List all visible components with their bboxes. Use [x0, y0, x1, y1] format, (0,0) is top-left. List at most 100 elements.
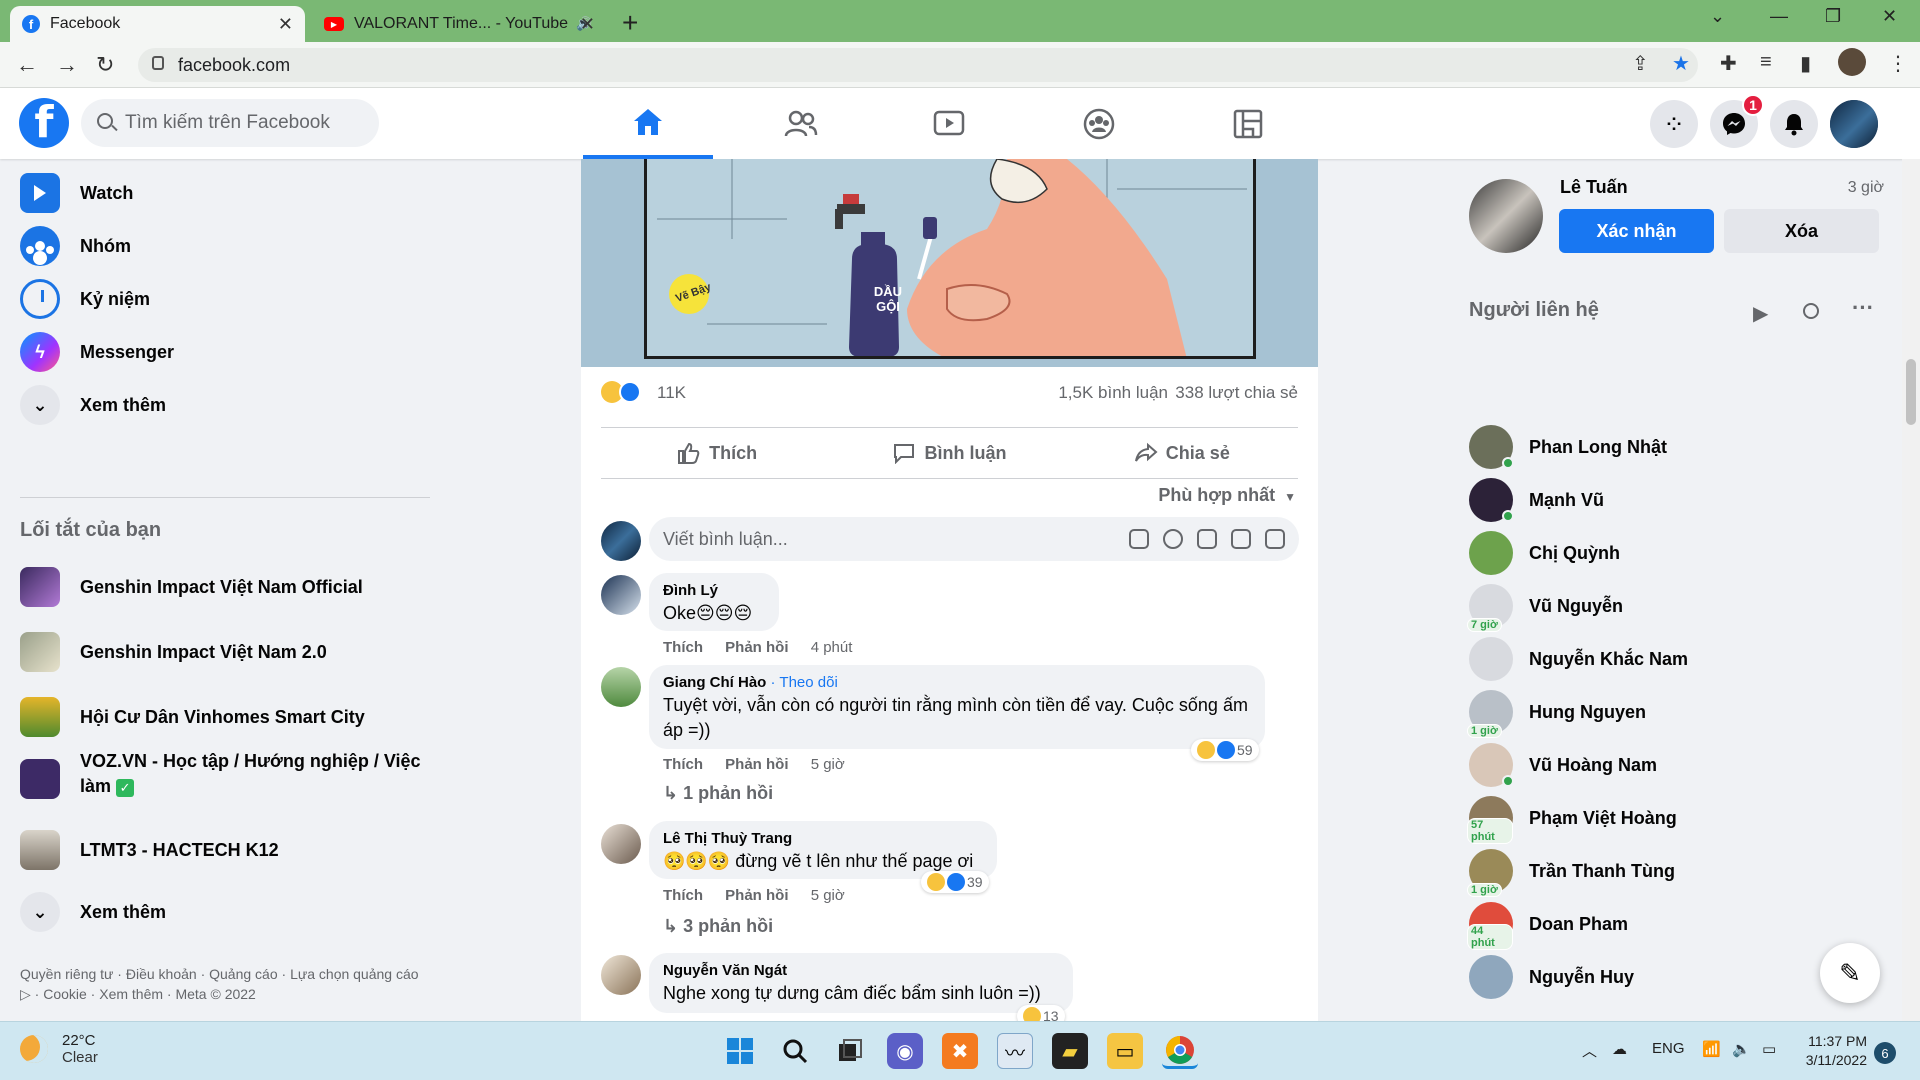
friend-request-avatar[interactable]	[1469, 179, 1543, 253]
sidebar-see-more[interactable]: ⌄ Xem thêm	[20, 379, 166, 431]
close-tab-icon[interactable]: ✕	[580, 14, 595, 35]
comment-reply-link[interactable]: Phản hồi	[725, 756, 788, 773]
shortcut-ltmt3[interactable]: LTMT3 - HACTECH K12	[20, 824, 279, 876]
start-button[interactable]	[722, 1033, 758, 1069]
minimize-icon[interactable]: —	[1770, 6, 1788, 27]
chrome-icon[interactable]	[1162, 1033, 1198, 1069]
shortcut-vinhomes[interactable]: Hội Cư Dân Vinhomes Smart City	[20, 691, 365, 743]
messenger-button[interactable]: 1	[1710, 94, 1764, 148]
sidebar-item-messenger[interactable]: ϟ Messenger	[20, 326, 174, 378]
tab-facebook[interactable]: f Facebook ✕	[10, 6, 305, 42]
friend-request-name[interactable]: Lê Tuấn	[1560, 177, 1628, 198]
shortcut-genshin-official[interactable]: Genshin Impact Việt Nam Official	[20, 561, 363, 613]
forward-icon[interactable]: →	[56, 52, 78, 78]
commenter-avatar[interactable]	[601, 824, 641, 864]
system-clock[interactable]: 11:37 PM 3/11/2022	[1805, 1032, 1867, 1070]
contact-item[interactable]: Nguyễn Huy	[1469, 951, 1634, 1003]
view-replies-link[interactable]: ↳ 1 phản hồi	[663, 783, 773, 804]
sticky-notes-icon[interactable]: ▰	[1052, 1033, 1088, 1069]
comment-sort-dropdown[interactable]: Phù hợp nhất ▼	[1158, 485, 1296, 506]
commenter-name[interactable]: Nguyễn Văn Ngát	[663, 962, 1059, 979]
contact-item[interactable]: 57 phút Phạm Việt Hoàng	[1467, 792, 1677, 844]
side-panel-icon[interactable]: ▮	[1800, 51, 1811, 76]
chrome-menu-icon[interactable]: ⋮	[1888, 51, 1908, 76]
contact-item[interactable]: 1 giờ Hung Nguyen	[1467, 686, 1646, 738]
sidebar-item-watch[interactable]: Watch	[20, 167, 133, 219]
sidebar-item-groups[interactable]: Nhóm	[20, 220, 131, 272]
contact-item[interactable]: 1 giờ Trần Thanh Tùng	[1467, 845, 1675, 897]
comment-reply-link[interactable]: Phản hồi	[725, 887, 788, 904]
comment-reactions[interactable]: 39	[921, 871, 989, 893]
menu-grid-button[interactable]: ⁘	[1650, 100, 1698, 148]
commenter-name[interactable]: Lê Thị Thuỳ Trang	[663, 830, 983, 847]
share-icon[interactable]: ⇪	[1632, 51, 1649, 76]
shares-count[interactable]: 338 lượt chia sẻ	[1175, 383, 1298, 403]
nav-watch[interactable]	[884, 88, 1014, 159]
commenter-avatar[interactable]	[601, 955, 641, 995]
nav-gaming[interactable]	[1183, 88, 1313, 159]
confirm-button[interactable]: Xác nhận	[1559, 209, 1714, 253]
language-indicator[interactable]: ENG	[1652, 1040, 1685, 1057]
contact-item[interactable]: 44 phút Doan Pham	[1467, 898, 1628, 950]
show-hidden-icons[interactable]: ︿	[1582, 1040, 1597, 1061]
commenter-avatar[interactable]	[601, 667, 641, 707]
reaction-count[interactable]: 11K	[657, 383, 686, 403]
comment-like-link[interactable]: Thích	[663, 756, 703, 773]
nav-groups[interactable]	[1034, 88, 1164, 159]
volume-icon[interactable]: 🔈	[1732, 1040, 1751, 1058]
page-scrollbar[interactable]	[1902, 159, 1920, 1021]
notifications-button[interactable]	[1770, 100, 1818, 148]
close-tab-icon[interactable]: ✕	[278, 14, 293, 35]
bookmark-star-icon[interactable]: ★	[1672, 51, 1690, 76]
footer-links[interactable]: Quyền riêng tư · Điều khoản · Quảng cáo …	[20, 964, 420, 1004]
file-explorer-icon[interactable]: ▭	[1107, 1033, 1143, 1069]
search-icon[interactable]	[1803, 303, 1819, 319]
nav-home[interactable]	[583, 88, 713, 159]
task-view-button[interactable]	[832, 1033, 868, 1069]
address-bar[interactable]: facebook.com	[138, 48, 1698, 82]
comment-reactions[interactable]: 13	[1017, 1005, 1065, 1021]
comment-reactions[interactable]: 59	[1191, 739, 1259, 761]
like-reaction-icon[interactable]	[619, 381, 641, 408]
avatar-sticker-icon[interactable]	[1129, 529, 1149, 549]
sticker-icon[interactable]	[1265, 529, 1285, 549]
comment-time[interactable]: 5 giờ	[811, 756, 845, 773]
extensions-icon[interactable]: ✚	[1720, 51, 1737, 76]
more-options-icon[interactable]: ···	[1852, 295, 1874, 321]
commenter-name[interactable]: Giang Chí Hào	[663, 674, 766, 691]
shortcut-voz[interactable]: VOZ.VN - Học tập / Hướng nghiệp / Việc l…	[20, 749, 430, 811]
resource-monitor-icon[interactable]: 〰	[997, 1033, 1033, 1069]
commenter-name[interactable]: Đình Lý	[663, 582, 765, 599]
facebook-logo[interactable]: f	[19, 98, 69, 148]
comment-button[interactable]: Bình luận	[833, 428, 1065, 478]
comment-input[interactable]: Viết bình luận...	[649, 517, 1299, 561]
profile-avatar[interactable]	[1838, 48, 1866, 76]
media-control-icon[interactable]: ≡	[1760, 51, 1772, 74]
wifi-icon[interactable]: 📶	[1702, 1040, 1721, 1058]
close-window-icon[interactable]: ✕	[1882, 6, 1897, 27]
contact-item[interactable]: Phan Long Nhật	[1469, 421, 1667, 473]
camera-icon[interactable]	[1197, 529, 1217, 549]
nav-friends[interactable]	[736, 88, 866, 159]
gif-icon[interactable]	[1231, 529, 1251, 549]
shortcuts-see-more[interactable]: ⌄ Xem thêm	[20, 886, 166, 938]
commenter-avatar[interactable]	[601, 575, 641, 615]
shortcut-genshin-2[interactable]: Genshin Impact Việt Nam 2.0	[20, 626, 327, 678]
current-user-avatar[interactable]	[601, 521, 641, 561]
contact-item[interactable]: Nguyễn Khắc Nam	[1469, 633, 1688, 685]
new-tab-button[interactable]: +	[622, 7, 638, 39]
comment-time[interactable]: 5 giờ	[811, 887, 845, 904]
delete-button[interactable]: Xóa	[1724, 209, 1879, 253]
tab-search-icon[interactable]: ⌄	[1710, 6, 1725, 27]
notification-count[interactable]: 6	[1874, 1042, 1896, 1064]
account-avatar[interactable]	[1830, 100, 1878, 148]
onedrive-icon[interactable]: ☁	[1612, 1040, 1627, 1058]
tab-youtube[interactable]: ▶ VALORANT Time... - YouTube 🔊 ✕	[312, 6, 607, 42]
search-input[interactable]: Tìm kiếm trên Facebook	[81, 99, 379, 147]
taskbar-search-button[interactable]	[777, 1033, 813, 1069]
contact-item[interactable]: Mạnh Vũ	[1469, 474, 1604, 526]
post-image[interactable]: DẦU GỘI Vẽ Bậy	[581, 159, 1318, 367]
view-replies-link[interactable]: ↳ 3 phản hồi	[663, 916, 773, 937]
back-icon[interactable]: ←	[16, 52, 38, 78]
scrollbar-thumb[interactable]	[1906, 359, 1916, 425]
